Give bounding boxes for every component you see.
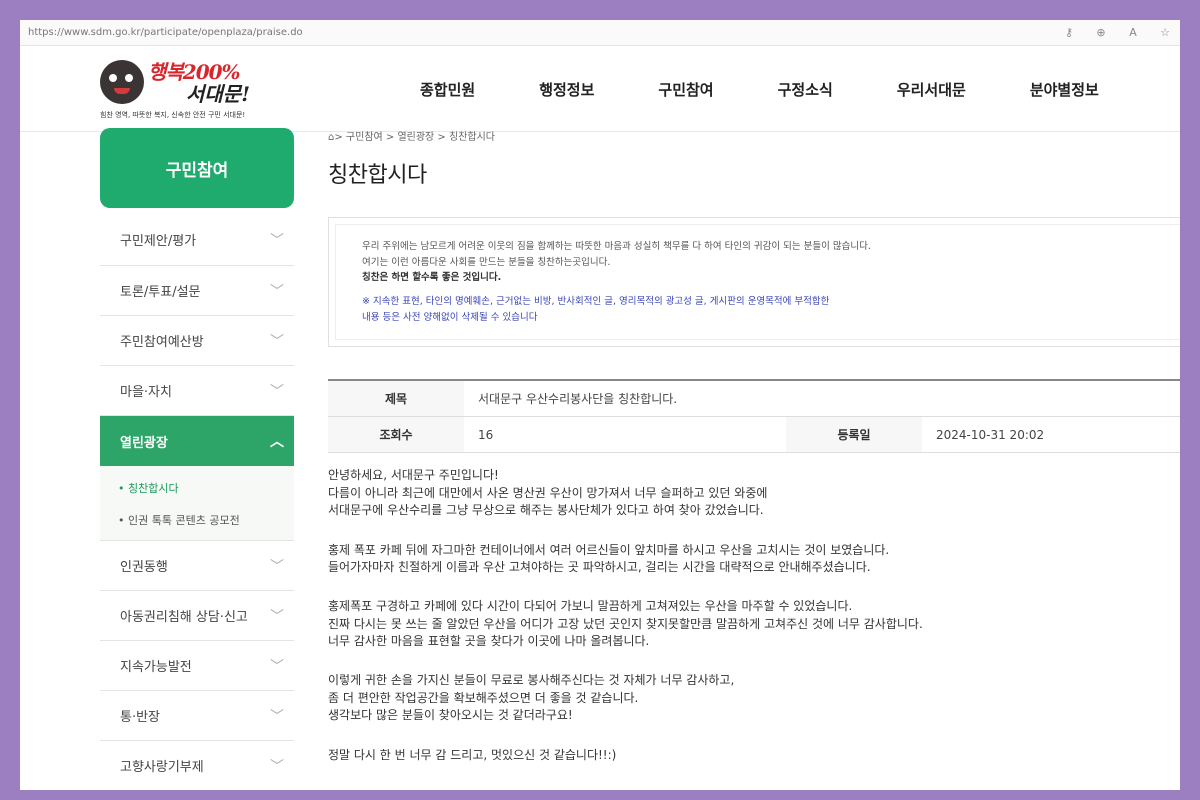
notice-warning: 내용 등은 사전 양해없이 삭제될 수 있습니다 (362, 311, 538, 323)
gnb-item-participate[interactable]: 구민참여 (658, 79, 713, 100)
body-line: 이렇게 귀한 손을 가지신 분들이 무료로 봉사해주신다는 것 자체가 너무 감… (328, 673, 735, 688)
sidebar-item-label: 마을·자치 (120, 385, 172, 400)
post-title: 서대문구 우산수리봉사단을 칭찬합니다. (478, 392, 678, 407)
main-content: ⌂> 구민참여 > 열린광장 > 칭찬합시다 칭찬합시다 우리 주위에는 남모르… (328, 128, 1180, 786)
gnb-item-seodaemun[interactable]: 우리서대문 (897, 79, 966, 100)
key-icon[interactable]: ⚷ (1062, 26, 1076, 39)
views-value: 16 (478, 427, 494, 442)
browser-window: https://www.sdm.go.kr/participate/openpl… (20, 20, 1180, 790)
logo-tagline: 힘찬 영역, 따뜻한 복지, 신속한 안전 구민 서대문! (100, 111, 246, 119)
body-line: 좀 더 편안한 작업공간을 확보해주셨으면 더 좋을 것 같습니다. (328, 690, 639, 705)
submenu-item-praise[interactable]: • 칭찬합시다 (100, 472, 294, 504)
sidebar: 구민참여 구민제안/평가 ﹀ 토론/투표/설문 ﹀ 주민참여예산방 ﹀ 마을·자… (100, 128, 294, 790)
page-title: 칭찬합시다 (328, 163, 427, 188)
body-line: 다름이 아니라 최근에 대만에서 사온 명산권 우산이 망가져서 너무 슬퍼하고… (328, 485, 768, 500)
body-line: 생각보다 많은 분들이 찾아오시는 것 같더라구요! (328, 708, 573, 723)
views-label: 조회수 (328, 417, 464, 453)
date-label: 등록일 (786, 417, 922, 453)
logo-line2: 서대문! (186, 82, 250, 106)
body-line: 진짜 다시는 못 쓰는 줄 알았던 우산을 어디가 고장 났던 곳인지 찾지못할… (328, 616, 923, 631)
chevron-down-icon: ﹀ (270, 558, 284, 575)
address-bar[interactable]: https://www.sdm.go.kr/participate/openpl… (20, 20, 1180, 46)
chevron-up-icon: ︿ (270, 434, 284, 450)
sidebar-title: 구민참여 (100, 128, 294, 208)
breadcrumb: ⌂> 구민참여 > 열린광장 > 칭찬합시다 (328, 128, 1180, 143)
chevron-down-icon: ﹀ (270, 708, 284, 725)
chevron-down-icon: ﹀ (270, 283, 284, 300)
body-line: 너무 감사한 마음을 표현할 곳을 찾다가 이곳에 나마 올려봅니다. (328, 634, 650, 649)
gnb-item-news[interactable]: 구정소식 (778, 79, 833, 100)
paragraph: 안녕하세요, 서대문구 주민입니다! 다름이 아니라 최근에 대만에서 사온 명… (328, 467, 1180, 519)
notice-line: 여기는 이런 아름다운 사회를 만드는 분들을 칭찬하는곳입니다. (362, 256, 611, 268)
sidebar-item-label: 아동권리침해 상담·신고 (120, 610, 248, 625)
paragraph: 이렇게 귀한 손을 가지신 분들이 무료로 봉사해주신다는 것 자체가 너무 감… (328, 672, 1180, 724)
read-aloud-icon[interactable]: A (1126, 26, 1140, 39)
sidebar-item-label: 토론/투표/설문 (120, 285, 201, 300)
body-line: 안녕하세요, 서대문구 주민입니다! (328, 468, 499, 483)
zoom-icon[interactable]: ⊕ (1094, 26, 1108, 39)
submenu-label: 칭찬합시다 (128, 482, 179, 495)
chevron-down-icon: ﹀ (270, 232, 284, 249)
gnb-item-fields[interactable]: 분야별정보 (1030, 79, 1099, 100)
notice-inner: 우리 주위에는 남모르게 어려운 이웃의 짐을 함께하는 따뜻한 마음과 성실히… (335, 224, 1180, 341)
site-header: 행복200% 서대문! 힘찬 영역, 따뜻한 복지, 신속한 안전 구민 서대문… (20, 46, 1180, 132)
date-value: 2024-10-31 20:02 (936, 427, 1045, 442)
sidebar-item-label: 고향사랑기부제 (120, 760, 204, 775)
browser-tools: ⚷ ⊕ A ☆ (1062, 26, 1172, 39)
post-meta-row: 조회수 16 등록일 2024-10-31 20:02 (328, 417, 1180, 454)
chevron-down-icon: ﹀ (270, 658, 284, 675)
title-label: 제목 (328, 381, 464, 417)
body-line: 홍제 폭포 카페 뒤에 자그마한 컨테이너에서 여러 어르신들이 앞치마를 하시… (328, 542, 890, 557)
gnb-item-civil[interactable]: 종합민원 (420, 79, 475, 100)
sidebar-item-tongban[interactable]: 통·반장 ﹀ (100, 691, 294, 741)
submenu-item-contest[interactable]: • 인권 톡톡 콘텐츠 공모전 (100, 504, 294, 536)
sidebar-item-label: 열린광장 (120, 435, 168, 451)
sidebar-item-village[interactable]: 마을·자치 ﹀ (100, 366, 294, 416)
sidebar-item-label: 통·반장 (120, 710, 161, 725)
sidebar-item-label: 지속가능발전 (120, 660, 192, 675)
sidebar-item-proposal[interactable]: 구민제안/평가 ﹀ (100, 208, 294, 266)
sidebar-item-human-rights[interactable]: 인권동행 ﹀ (100, 541, 294, 591)
chevron-down-icon: ﹀ (270, 758, 284, 775)
body-line: 홍제폭포 구경하고 카페에 있다 시간이 다되어 가보니 말끔하게 고쳐져있는 … (328, 599, 853, 614)
body-line: 들어가자마자 친절하게 이름과 우산 고쳐야하는 곳 파악하시고, 걸리는 시간… (328, 559, 871, 574)
body-line: 정말 다시 한 번 너무 감 드리고, 멋있으신 것 같습니다!!:) (328, 747, 617, 762)
notice-box: 우리 주위에는 남모르게 어려운 이웃의 짐을 함께하는 따뜻한 마음과 성실히… (328, 217, 1180, 348)
sidebar-item-hometown[interactable]: 고향사랑기부제 ﹀ (100, 741, 294, 790)
sidebar-item-budget[interactable]: 주민참여예산방 ﹀ (100, 316, 294, 366)
main-navigation: 종합민원 행정정보 구민참여 구정소식 우리서대문 분야별정보 (420, 46, 1163, 132)
notice-line: 우리 주위에는 남모르게 어려운 이웃의 짐을 함께하는 따뜻한 마음과 성실히… (362, 241, 871, 252)
notice-warning: ※ 지속한 표현, 타인의 명예훼손, 근거없는 비방, 반사회적인 글, 영리… (362, 296, 830, 308)
post-title-row: 제목 서대문구 우산수리봉사단을 칭찬합니다. (328, 381, 1180, 418)
sidebar-item-openplaza[interactable]: 열린광장 ︿ (100, 416, 294, 466)
mascot-icon (100, 60, 144, 104)
submenu-label: 인권 톡톡 콘텐츠 공모전 (128, 514, 240, 527)
chevron-down-icon: ﹀ (270, 608, 284, 625)
sidebar-item-child-rights[interactable]: 아동권리침해 상담·신고 ﹀ (100, 591, 294, 641)
sidebar-menu: 구민제안/평가 ﹀ 토론/투표/설문 ﹀ 주민참여예산방 ﹀ 마을·자치 ﹀ 열… (100, 208, 294, 790)
post-info-table: 제목 서대문구 우산수리봉사단을 칭찬합니다. 조회수 16 등록일 2024-… (328, 379, 1180, 454)
paragraph: 홍제폭포 구경하고 카페에 있다 시간이 다되어 가보니 말끔하게 고쳐져있는 … (328, 598, 1180, 650)
sidebar-item-label: 인권동행 (120, 560, 168, 575)
sidebar-item-label: 구민제안/평가 (120, 234, 197, 249)
sidebar-item-label: 주민참여예산방 (120, 335, 204, 350)
chevron-down-icon: ﹀ (270, 383, 284, 400)
paragraph: 정말 다시 한 번 너무 감 드리고, 멋있으신 것 같습니다!!:) (328, 747, 1180, 764)
favorite-icon[interactable]: ☆ (1158, 26, 1172, 39)
chevron-down-icon: ﹀ (270, 333, 284, 350)
sidebar-item-debate[interactable]: 토론/투표/설문 ﹀ (100, 266, 294, 316)
site-logo[interactable]: 행복200% 서대문! 힘찬 영역, 따뜻한 복지, 신속한 안전 구민 서대문… (100, 52, 280, 128)
gnb-item-admin[interactable]: 행정정보 (539, 79, 594, 100)
post-body: 안녕하세요, 서대문구 주민입니다! 다름이 아니라 최근에 대만에서 사온 명… (328, 467, 1180, 764)
sidebar-submenu: • 칭찬합시다 • 인권 톡톡 콘텐츠 공모전 (100, 466, 294, 541)
paragraph: 홍제 폭포 카페 뒤에 자그마한 컨테이너에서 여러 어르신들이 앞치마를 하시… (328, 542, 1180, 577)
breadcrumb-text: > 구민참여 > 열린광장 > 칭찬합시다 (334, 132, 495, 143)
sidebar-item-sustainable[interactable]: 지속가능발전 ﹀ (100, 641, 294, 691)
body-line: 서대문구에 우산수리를 그냥 무상으로 해주는 봉사단체가 있다고 하여 찾아 … (328, 503, 764, 518)
notice-emphasis: 칭찬은 하면 할수록 좋은 것입니다. (362, 272, 502, 284)
url-text[interactable]: https://www.sdm.go.kr/participate/openpl… (28, 27, 1062, 38)
